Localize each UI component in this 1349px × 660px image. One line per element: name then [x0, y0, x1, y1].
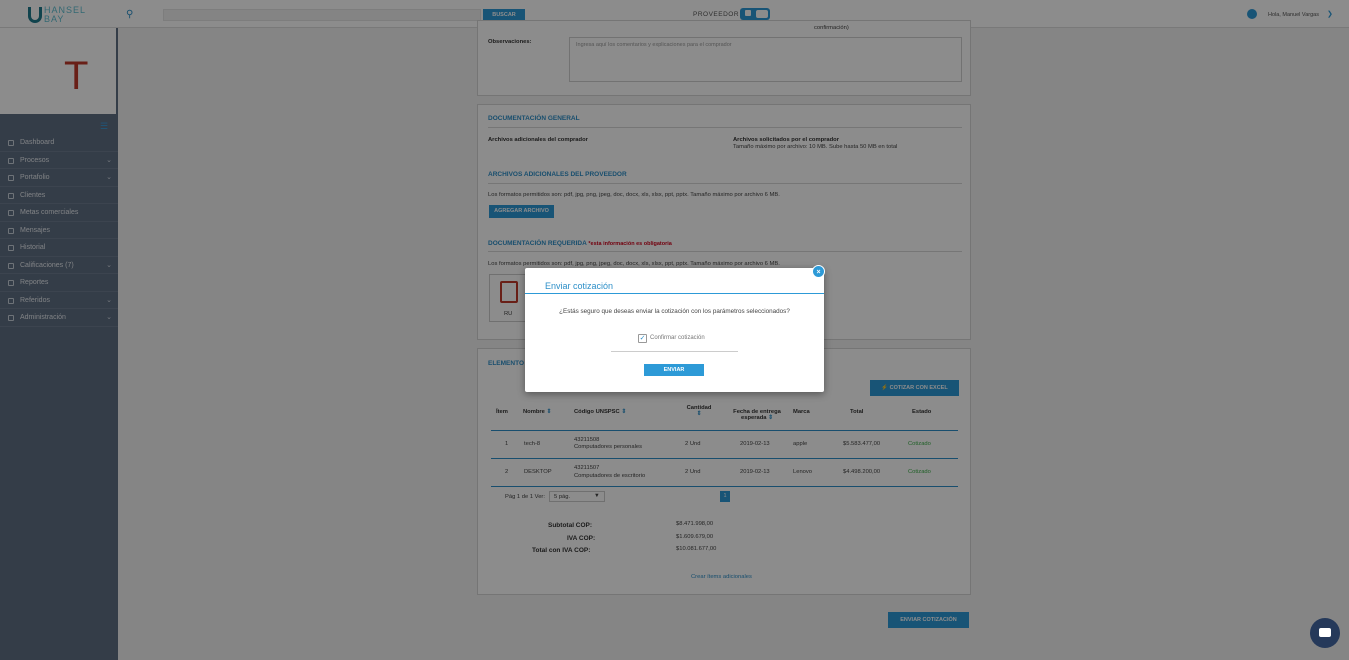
- modal-question: ¿Estás seguro que deseas enviar la cotiz…: [559, 308, 790, 315]
- check-icon: ✓: [639, 335, 646, 342]
- modal-underline: [611, 351, 738, 352]
- close-icon[interactable]: ×: [812, 265, 825, 278]
- chat-glyph: [1319, 628, 1331, 637]
- confirm-checkbox-label[interactable]: Confirmar cotización: [650, 335, 705, 341]
- chat-icon[interactable]: [1310, 618, 1340, 648]
- confirm-checkbox[interactable]: ✓: [638, 334, 647, 343]
- send-quote-modal: Enviar cotización ¿Estás seguro que dese…: [525, 268, 824, 392]
- modal-title: Enviar cotización: [545, 281, 614, 291]
- modal-divider: [525, 293, 824, 294]
- modal-send-button[interactable]: ENVIAR: [644, 364, 704, 376]
